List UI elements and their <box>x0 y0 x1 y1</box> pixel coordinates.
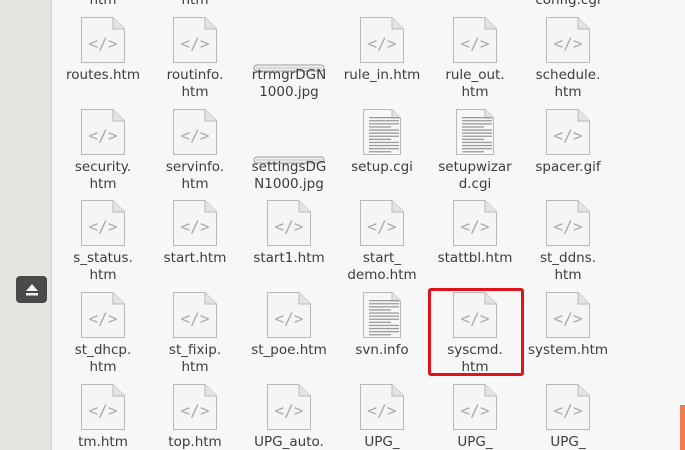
svg-text:</>: </> <box>275 217 304 236</box>
html-file-icon: </> <box>452 199 498 251</box>
svg-text:</>: </> <box>368 34 397 53</box>
file-name: setupwizar d.cgi <box>438 159 512 192</box>
file-name: st_fixip. htm <box>168 342 222 375</box>
file-name: security. htm <box>74 159 132 192</box>
file-name: UPG_ <box>364 434 400 450</box>
file-name: syscmd. htm <box>447 342 503 375</box>
file-name: start.htm <box>163 250 227 266</box>
file-name: UPG_ <box>457 434 493 450</box>
svg-text:</>: </> <box>554 217 583 236</box>
html-file-icon: </> <box>172 108 218 160</box>
html-file-icon: </> <box>545 108 591 160</box>
svg-text:</>: </> <box>554 401 583 420</box>
svg-text:</>: </> <box>554 126 583 145</box>
file-name: tm.htm <box>78 434 128 450</box>
html-file-icon: </> <box>80 291 126 343</box>
file-name: rule_in.htm <box>343 67 421 83</box>
html-file-icon: </> <box>172 199 218 251</box>
html-file-icon: </> <box>545 383 591 435</box>
html-file-icon: </> <box>266 291 312 343</box>
file-name: servinfo. htm <box>165 159 225 192</box>
html-file-icon: </> <box>545 291 591 343</box>
file-name: config.cgi <box>535 0 601 8</box>
svg-text:</>: </> <box>89 401 118 420</box>
places-sidebar <box>0 0 52 450</box>
html-file-icon: </> <box>452 16 498 68</box>
svg-text:</>: </> <box>89 34 118 53</box>
html-file-icon: </> <box>359 383 405 435</box>
html-file-icon: </> <box>80 108 126 160</box>
html-file-icon: </> <box>80 383 126 435</box>
file-name: st_poe.htm <box>251 342 327 358</box>
svg-text:</>: </> <box>181 126 210 145</box>
html-file-icon: </> <box>545 199 591 251</box>
text-file-icon <box>362 108 402 160</box>
svg-text:</>: </> <box>461 401 490 420</box>
svg-text:</>: </> <box>275 309 304 328</box>
file-name: s_status. htm <box>73 250 133 283</box>
file-name: setup.cgi <box>351 159 413 175</box>
file-name: routinfo. htm <box>166 67 224 100</box>
html-file-icon: </> <box>172 383 218 435</box>
svg-text:</>: </> <box>181 34 210 53</box>
file-name: htm <box>181 0 209 8</box>
svg-text:</>: </> <box>554 309 583 328</box>
html-file-icon: </> <box>452 383 498 435</box>
file-name: htm <box>89 0 117 8</box>
html-file-icon: </> <box>359 16 405 68</box>
html-file-icon: </> <box>80 16 126 68</box>
svg-text:</>: </> <box>181 217 210 236</box>
file-name: start_ demo.htm <box>347 250 417 283</box>
svg-text:</>: </> <box>461 34 490 53</box>
file-name: system.htm <box>527 342 609 358</box>
text-file-icon <box>362 291 402 343</box>
file-name: spacer.gif <box>535 159 601 175</box>
svg-text:</>: </> <box>368 401 397 420</box>
file-name: st_dhcp. htm <box>74 342 132 375</box>
svg-text:</>: </> <box>554 34 583 53</box>
svg-text:</>: </> <box>89 309 118 328</box>
svg-text:</>: </> <box>89 126 118 145</box>
html-file-icon: </> <box>266 383 312 435</box>
text-file-icon <box>455 108 495 160</box>
html-file-icon: </> <box>545 16 591 68</box>
file-name: schedule. htm <box>535 67 601 100</box>
file-name: rtrmgrDGN 1000.jpg <box>251 67 327 100</box>
eject-icon <box>25 283 38 295</box>
html-file-icon: </> <box>266 199 312 251</box>
file-name: svn.info <box>355 342 409 358</box>
svg-text:</>: </> <box>461 217 490 236</box>
file-name: st_ddns. htm <box>539 250 597 283</box>
file-name: top.htm <box>168 434 222 450</box>
file-name: routes.htm <box>66 67 140 83</box>
html-file-icon: </> <box>172 16 218 68</box>
svg-text:</>: </> <box>275 401 304 420</box>
svg-text:</>: </> <box>461 309 490 328</box>
file-name: start1.htm <box>253 250 325 266</box>
scroll-indicator[interactable] <box>680 405 685 450</box>
svg-text:</>: </> <box>89 217 118 236</box>
file-grid: htm htm config.cgi </> routes.htm </> routinfo… <box>52 0 685 450</box>
svg-text:</>: </> <box>181 309 210 328</box>
html-file-icon: </> <box>452 291 498 343</box>
file-name: stattbl.htm <box>437 250 513 266</box>
file-name: rule_out. htm <box>445 67 505 100</box>
html-file-icon: </> <box>172 291 218 343</box>
html-file-icon: </> <box>80 199 126 251</box>
html-file-icon: </> <box>359 199 405 251</box>
svg-text:</>: </> <box>368 217 397 236</box>
file-name: UPG_ <box>550 434 586 450</box>
file-name: UPG_auto. <box>254 434 324 450</box>
eject-button[interactable] <box>16 276 47 303</box>
file-name: settingsDG N1000.jpg <box>251 159 327 192</box>
svg-text:</>: </> <box>181 401 210 420</box>
